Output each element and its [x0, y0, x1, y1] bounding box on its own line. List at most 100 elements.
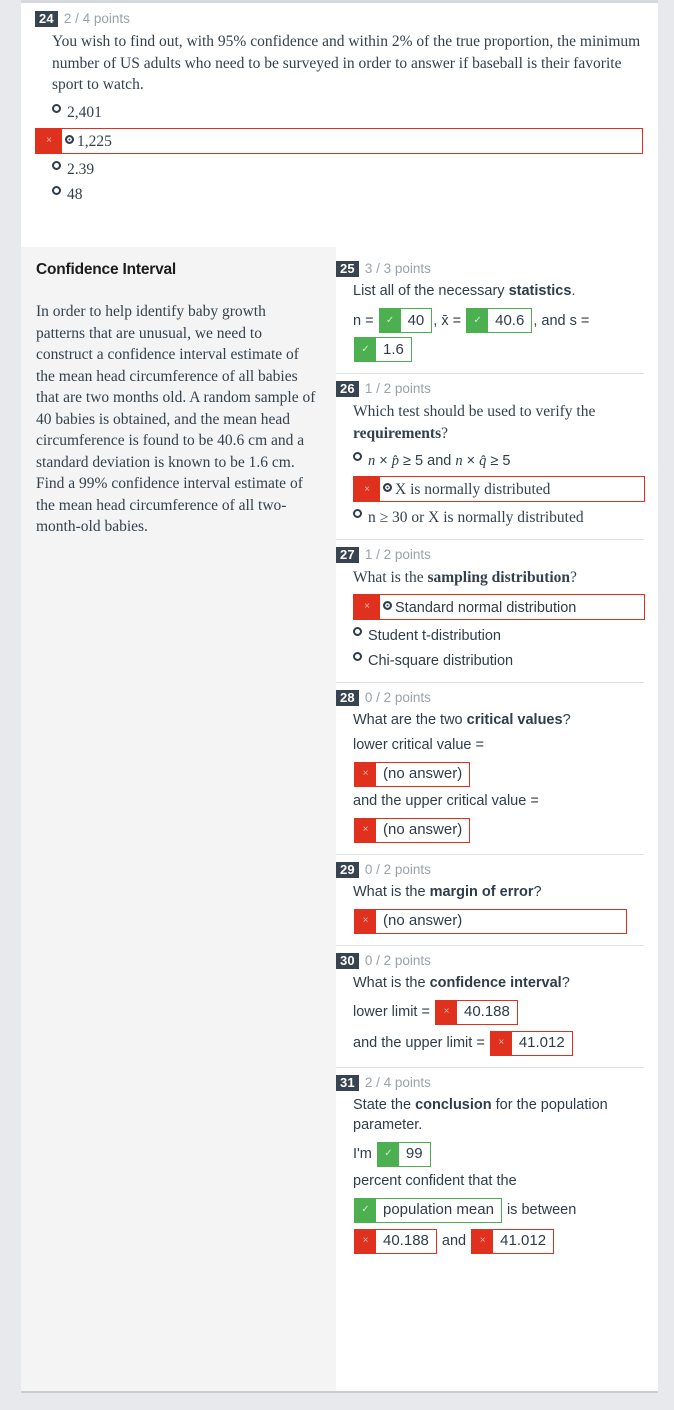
answer-value[interactable]: 99 — [398, 1142, 430, 1166]
option-27-1-selected-wrong[interactable]: × Standard normal distribution — [353, 593, 645, 620]
answer-chip-upper-limit[interactable]: × 41.012 — [489, 1030, 573, 1056]
option-26-1[interactable]: n × p̂ ≥ 5 and n × q̂ ≥ 5 — [353, 449, 644, 473]
radio-unselected-icon[interactable] — [353, 509, 362, 518]
question-number-badge: 31 — [336, 1074, 359, 1091]
radio-unselected-icon[interactable] — [52, 103, 61, 113]
option-27-3[interactable]: Chi-square distribution — [353, 649, 644, 673]
prompt-post: ? — [561, 974, 570, 991]
answer-row-margin-of-error: × (no answer) — [353, 907, 644, 936]
option-27-2[interactable]: Student t-distribution — [353, 624, 644, 648]
answer-chip-xbar[interactable]: ✓ 40.6 — [466, 308, 533, 333]
question-divider — [336, 681, 644, 683]
incorrect-x-icon: × — [443, 1006, 450, 1017]
answer-chip-upper-critical[interactable]: × (no answer) — [354, 817, 471, 843]
option-content[interactable]: X is normally distributed — [380, 477, 554, 501]
radio-unselected-icon[interactable] — [52, 160, 61, 170]
correct-check-icon: ✓ — [361, 343, 370, 355]
answer-chip-interval-upper[interactable]: × 41.012 — [471, 1228, 555, 1254]
answer-chip-lower-limit[interactable]: × 40.188 — [434, 999, 518, 1025]
question-divider — [336, 944, 644, 946]
screenshot-root: 24 2 / 4 points You wish to find out, wi… — [0, 0, 674, 1410]
question-points: 0 / 2 points — [364, 861, 431, 877]
answer-chip-confidence-level[interactable]: ✓ 99 — [376, 1141, 431, 1167]
answer-value[interactable]: 40 — [400, 309, 432, 332]
answers-row-25: n = ✓ 40 , x̄ = ✓ 40.6 , and s = ✓ 1.6 — [353, 306, 644, 364]
two-column-region: Confidence Interval In order to help ide… — [21, 247, 658, 1391]
answer-chip-parameter[interactable]: ✓ population mean — [354, 1197, 502, 1223]
option-label: Chi-square distribution — [368, 652, 514, 669]
question-prompt-25: List all of the necessary statistics. — [353, 281, 644, 301]
question-block-28: 28 0 / 2 points What are the two critica… — [336, 689, 644, 845]
answer-value[interactable]: (no answer) — [376, 909, 626, 933]
scenario-panel: Confidence Interval In order to help ide… — [21, 247, 336, 1391]
radio-selected-icon[interactable] — [383, 600, 392, 610]
answer-row-upper-critical: × (no answer) — [353, 816, 644, 845]
prompt-post: ? — [441, 424, 449, 442]
answer-chip-s[interactable]: ✓ 1.6 — [354, 337, 412, 362]
prompt-post: ? — [570, 569, 577, 586]
answer-value[interactable]: 40.6 — [488, 309, 532, 332]
option-content[interactable]: Standard normal distribution — [380, 595, 580, 619]
answer-value[interactable]: (no answer) — [376, 818, 470, 842]
label-is-between: is between — [502, 1202, 577, 1218]
incorrect-x-icon: × — [354, 594, 380, 619]
prompt-bold: critical values — [466, 711, 563, 728]
question-points: 0 / 2 points — [364, 952, 431, 968]
option-label: 1,225 — [77, 132, 112, 150]
prompt-pre: What is the — [353, 883, 430, 900]
radio-unselected-icon[interactable] — [353, 626, 362, 636]
question-header-25: 25 3 / 3 points — [336, 261, 644, 277]
prompt-bold: statistics — [508, 283, 572, 299]
option-24-4[interactable]: 48 — [52, 183, 644, 207]
correct-check-icon: ✓ — [384, 1148, 393, 1159]
option-24-3[interactable]: 2.39 — [52, 158, 644, 182]
question-number-badge: 29 — [336, 861, 359, 878]
answer-value[interactable]: 40.188 — [376, 1229, 436, 1253]
answer-chip-lower-critical[interactable]: × (no answer) — [354, 761, 471, 787]
prompt-pre: What is the — [353, 974, 430, 991]
option-24-2-selected-wrong[interactable]: × 1,225 — [35, 127, 643, 154]
question-prompt-31: State the conclusion for the population … — [353, 1095, 644, 1135]
prompt-pre: State the — [353, 1096, 416, 1113]
question-number-badge: 24 — [35, 11, 58, 27]
option-26-2-selected-wrong[interactable]: × X is normally distributed — [353, 476, 645, 502]
answer-value[interactable]: 40.188 — [456, 1000, 517, 1024]
question-block-30: 30 0 / 2 points What is the confidence i… — [336, 952, 644, 1058]
question-header-29: 29 0 / 2 points — [336, 861, 644, 878]
question-header-24: 24 2 / 4 points — [35, 11, 644, 27]
incorrect-x-icon: × — [362, 1235, 369, 1246]
radio-selected-icon[interactable] — [383, 483, 392, 492]
question-header-27: 27 1 / 2 points — [336, 547, 644, 563]
label-s: , and s = — [533, 312, 594, 329]
radio-selected-icon[interactable] — [65, 134, 74, 144]
prompt-pre: Which test should be used to verify the — [353, 403, 596, 420]
option-content[interactable]: 1,225 — [62, 129, 116, 153]
answer-chip-margin-of-error[interactable]: × (no answer) — [354, 908, 627, 934]
radio-unselected-icon[interactable] — [353, 452, 362, 461]
question-prompt-24: You wish to find out, with 95% confidenc… — [52, 33, 641, 93]
answer-row-lower-limit: lower limit = × 40.188 — [353, 998, 644, 1027]
answer-value[interactable]: population mean — [376, 1198, 501, 1222]
option-26-3[interactable]: n ≥ 30 or X is normally distributed — [353, 506, 644, 530]
radio-unselected-icon[interactable] — [52, 185, 61, 195]
question-block-25: 25 3 / 3 points List all of the necessar… — [336, 261, 644, 364]
answer-chip-n[interactable]: ✓ 40 — [378, 308, 433, 333]
answer-chip-interval-lower[interactable]: × 40.188 — [354, 1228, 437, 1254]
prompt-bold: confidence interval — [429, 974, 562, 991]
prompt-bold: sampling distribution — [427, 569, 571, 586]
question-prompt-30: What is the confidence interval? — [353, 973, 644, 993]
label-lower-limit: lower limit = — [353, 1004, 434, 1020]
answer-value[interactable]: 41.012 — [493, 1229, 554, 1253]
label-and: and — [438, 1229, 470, 1253]
answer-value[interactable]: (no answer) — [376, 762, 470, 786]
answer-value[interactable]: 41.012 — [511, 1031, 572, 1055]
option-label: Student t-distribution — [368, 627, 501, 644]
answer-value[interactable]: 1.6 — [376, 338, 411, 361]
label-percent-confident: percent confident that the — [353, 1172, 517, 1189]
option-24-1[interactable]: 2,401 — [52, 101, 644, 125]
question-prompt-26: Which test should be used to verify the … — [353, 401, 644, 444]
radio-unselected-icon[interactable] — [353, 651, 362, 661]
question-points: 2 / 4 points — [364, 1074, 431, 1090]
question-block-24: 24 2 / 4 points You wish to find out, wi… — [21, 3, 658, 220]
question-divider — [336, 853, 644, 855]
